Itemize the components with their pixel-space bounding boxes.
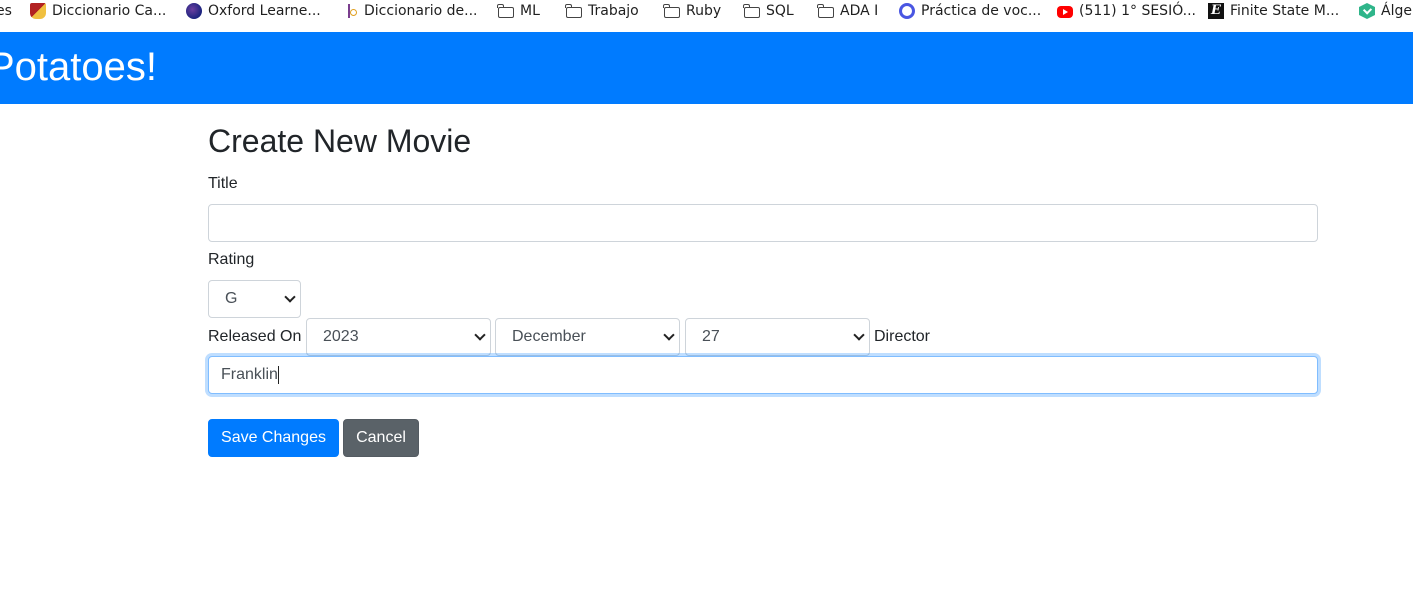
hexagon-check-icon [1359, 3, 1375, 19]
folder-icon [817, 3, 834, 18]
bookmark-label: Diccionario de... [364, 3, 478, 19]
bookmark-youtube[interactable]: (511) 1° SESIÓ... [1057, 0, 1196, 22]
release-year-select[interactable]: 2023 [306, 318, 491, 356]
text-cursor [277, 365, 279, 384]
chevron-down-icon [853, 329, 865, 341]
folder-icon [663, 3, 680, 18]
oxford-globe-icon [186, 3, 202, 19]
title-label: Title [208, 175, 238, 192]
cancel-button[interactable]: Cancel [343, 419, 419, 457]
bookmark-label: Finite State M... [1230, 3, 1340, 19]
title-input[interactable] [208, 204, 1318, 242]
bookmark-label: Diccionario Ca... [52, 3, 167, 19]
director-input-value: Franklin [221, 366, 278, 383]
chevron-down-icon [474, 329, 486, 341]
bookmark-label: Práctica de voc... [921, 3, 1042, 19]
bookmark-folder-ada[interactable]: ADA I [817, 0, 879, 22]
release-year-value: 2023 [323, 328, 359, 345]
release-month-value: December [512, 328, 586, 345]
release-day-value: 27 [702, 328, 720, 345]
folder-icon [743, 3, 760, 18]
fsm-e-icon: E [1208, 3, 1224, 19]
bookmarks-bar: es Diccionario Ca... Oxford Learne... Di… [0, 0, 1413, 32]
release-day-select[interactable]: 27 [685, 318, 870, 356]
release-month-select[interactable]: December [495, 318, 680, 356]
rating-select[interactable]: G [208, 280, 301, 318]
bookmark-label: (511) 1° SESIÓ... [1079, 3, 1197, 19]
chevron-down-icon [284, 291, 296, 303]
chevron-down-icon [663, 329, 675, 341]
rating-select-value: G [225, 290, 238, 307]
folder-icon [565, 3, 582, 18]
bookmark-folder-trabajo[interactable]: Trabajo [565, 0, 639, 22]
bookmark-label: Álge [1381, 3, 1412, 19]
page-title: Create New Movie [208, 123, 472, 159]
bookmark-label: Ruby [686, 3, 722, 19]
bookmark-label: Trabajo [588, 3, 639, 19]
director-input[interactable]: Franklin [208, 356, 1318, 394]
bookmark-diccionario-cambridge[interactable]: Diccionario Ca... [30, 0, 166, 22]
navbar: Potatoes! [0, 32, 1413, 104]
bookmark-folder-ruby[interactable]: Ruby [663, 0, 722, 22]
bookmark-label: ADA I [840, 3, 879, 19]
bookmark-folder-ml[interactable]: ML [497, 0, 540, 22]
bookmark-oxford[interactable]: Oxford Learne... [186, 0, 321, 22]
bookmark-algebra[interactable]: Álge [1359, 0, 1412, 22]
bookmark-quizlet[interactable]: Práctica de voc... [899, 0, 1041, 22]
cambridge-shield-icon [30, 3, 46, 19]
bookmark-diccionario-rae[interactable]: Diccionario de... [342, 0, 477, 22]
quizlet-icon [899, 3, 915, 19]
bookmark-es[interactable]: es [0, 0, 12, 22]
bookmark-label: SQL [766, 3, 794, 19]
bookmark-label: es [0, 3, 12, 19]
bookmark-label: Oxford Learne... [208, 3, 321, 19]
youtube-icon [1057, 6, 1073, 18]
bookmark-label: ML [520, 3, 540, 19]
save-changes-button[interactable]: Save Changes [208, 419, 339, 457]
bookmark-folder-sql[interactable]: SQL [743, 0, 794, 22]
brand-link[interactable]: Potatoes! [0, 43, 157, 91]
bookmark-finite-state[interactable]: E Finite State M... [1208, 0, 1339, 22]
rae-icon [342, 3, 358, 19]
released-on-label: Released On [208, 328, 302, 345]
folder-icon [497, 3, 514, 18]
director-label: Director [874, 328, 931, 345]
rating-label: Rating [208, 251, 255, 268]
